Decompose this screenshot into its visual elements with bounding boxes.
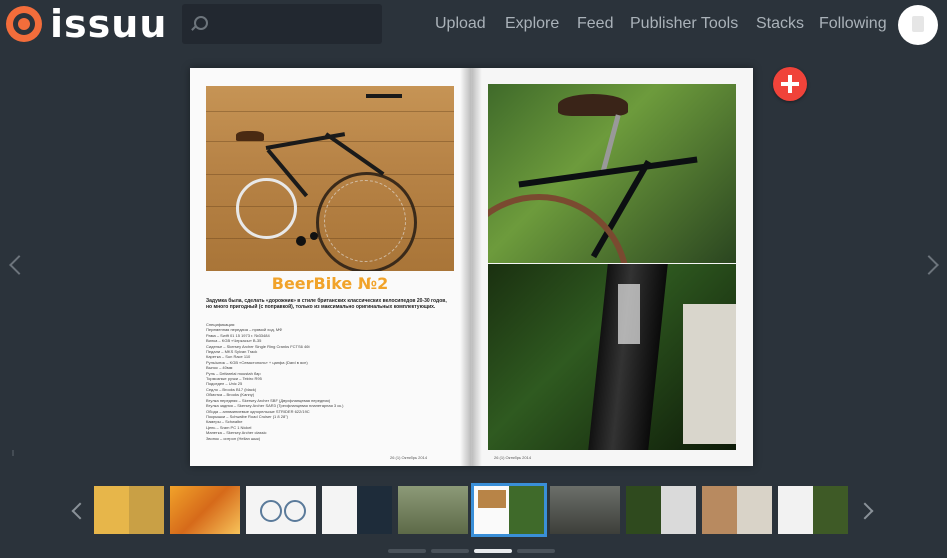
add-to-stack-button[interactable] xyxy=(773,67,807,101)
pagination-dot-1[interactable] xyxy=(388,549,426,553)
issuu-logo-icon xyxy=(6,6,42,42)
spec-line: Звонок – ситроп (Hellan шык) xyxy=(206,435,261,441)
logo-text: issuu xyxy=(50,2,168,46)
left-page: BeerBike №2 Задумка была, сделать «дорож… xyxy=(190,68,471,466)
nav-publisher-tools[interactable]: Publisher Tools xyxy=(630,15,738,33)
pagination-dot-3-active[interactable] xyxy=(474,549,512,553)
bike-saddle-photo xyxy=(488,84,736,263)
specs-list: Спецификация: Переменная передача – прям… xyxy=(206,322,454,441)
top-navigation-bar: issuu Upload Explore Feed Publisher Tool… xyxy=(0,0,947,50)
search-input[interactable] xyxy=(182,4,382,44)
page-thumbnail-5[interactable] xyxy=(398,486,468,534)
right-page-footer: 26 (1) Октябрь 2014 xyxy=(494,455,532,460)
article-intro: Задумка была, сделать «дорожник» в стиле… xyxy=(206,298,447,310)
page-thumbnail-2[interactable] xyxy=(170,486,240,534)
previous-page-arrow-icon[interactable] xyxy=(9,255,29,275)
user-avatar[interactable] xyxy=(898,5,938,45)
nav-following[interactable]: Following xyxy=(819,15,887,33)
book-spine xyxy=(460,68,482,466)
page-thumbnail-4[interactable] xyxy=(322,486,392,534)
bike-head-tube-photo xyxy=(488,264,736,450)
nav-upload[interactable]: Upload xyxy=(435,15,486,33)
search-icon xyxy=(194,16,208,30)
article-title: BeerBike №2 xyxy=(271,274,389,293)
nav-feed[interactable]: Feed xyxy=(577,15,613,33)
page-thumbnail-6-current[interactable] xyxy=(471,483,547,537)
pagination-dot-2[interactable] xyxy=(431,549,469,553)
page-thumbnail-7[interactable] xyxy=(550,486,620,534)
page-thumbnail-10[interactable] xyxy=(778,486,848,534)
page-thumbnail-3[interactable] xyxy=(246,486,316,534)
bike-parts-photo xyxy=(206,86,454,271)
nav-explore[interactable]: Explore xyxy=(505,15,559,33)
pagination-dot-4[interactable] xyxy=(517,549,555,553)
thumbnails-previous-icon[interactable] xyxy=(71,502,89,520)
thumbnails-next-icon[interactable] xyxy=(856,502,874,520)
next-page-arrow-icon[interactable] xyxy=(919,255,939,275)
page-thumbnail-9[interactable] xyxy=(702,486,772,534)
first-page-icon[interactable] xyxy=(12,450,20,456)
page-thumbnail-1[interactable] xyxy=(94,486,164,534)
publication-spread[interactable]: BeerBike №2 Задумка была, сделать «дорож… xyxy=(190,68,753,466)
page-thumbnail-8[interactable] xyxy=(626,486,696,534)
nav-stacks[interactable]: Stacks xyxy=(756,15,804,33)
left-page-footer: 26 (1) Октябрь 2014 xyxy=(390,455,428,460)
issuu-logo[interactable]: issuu xyxy=(6,2,168,46)
right-page: 26 (1) Октябрь 2014 xyxy=(472,68,753,466)
